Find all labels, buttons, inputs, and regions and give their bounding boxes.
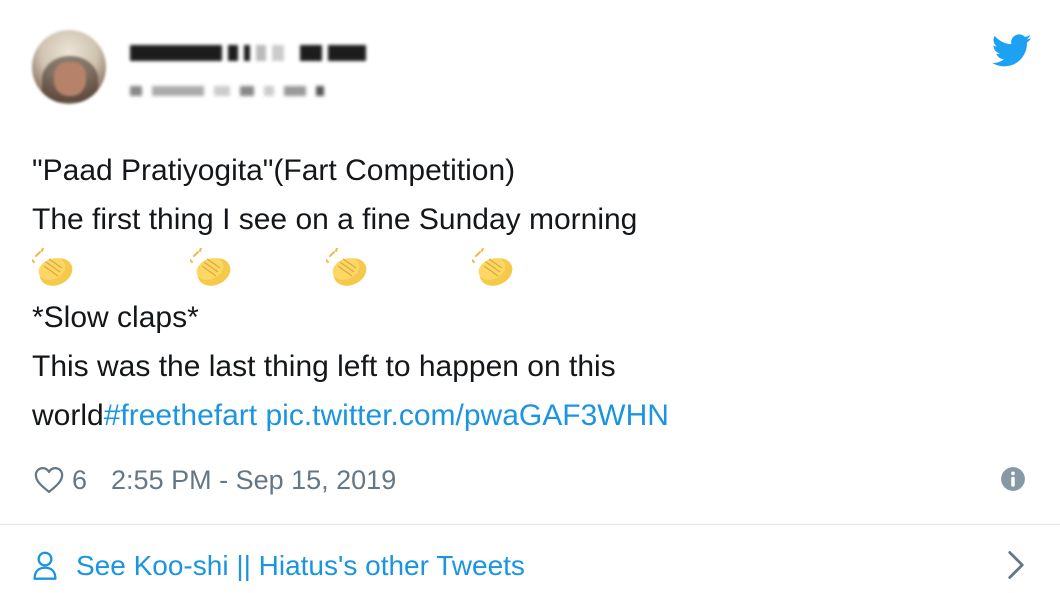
clapping-hands-emoji xyxy=(32,248,73,286)
tweet-line-5: world#freethefart pic.twitter.com/pwaGAF… xyxy=(32,391,1022,440)
clapping-hands-emoji xyxy=(190,248,231,286)
author-name-redacted[interactable] xyxy=(130,42,420,64)
tweet-line-2: The first thing I see on a fine Sunday m… xyxy=(32,203,638,236)
see-other-tweets-link[interactable]: See Koo-shi || Hiatus's other Tweets xyxy=(32,544,525,588)
author-handle-redacted[interactable] xyxy=(130,82,360,100)
like-count[interactable]: 6 xyxy=(72,465,87,496)
clapping-hands-emoji xyxy=(472,248,513,286)
tweet-line-3: *Slow claps* xyxy=(32,301,199,334)
person-icon xyxy=(33,551,57,580)
tweet-line-1: "Paad Pratiyogita"(Fart Competition) xyxy=(32,154,516,187)
twitter-bird-icon[interactable] xyxy=(992,34,1032,68)
info-icon[interactable] xyxy=(1000,466,1026,492)
avatar[interactable] xyxy=(32,30,106,104)
see-other-tweets-label[interactable]: See Koo-shi || Hiatus's other Tweets xyxy=(76,550,525,582)
clap-emoji-row xyxy=(32,244,1022,293)
tweet-meta-row: 6 2:55 PM - Sep 15, 2019 xyxy=(34,460,396,500)
avatar-face xyxy=(54,62,86,96)
tweet-timestamp[interactable]: 2:55 PM - Sep 15, 2019 xyxy=(111,465,396,496)
embedded-tweet-card: "Paad Pratiyogita"(Fart Competition) The… xyxy=(0,0,1060,593)
tweet-line-4: This was the last thing left to happen o… xyxy=(32,350,616,383)
hashtag-link[interactable]: #freethefart xyxy=(104,399,257,432)
tweet-line-5-text: world xyxy=(32,399,104,432)
heart-icon[interactable] xyxy=(34,466,64,494)
chevron-right-icon[interactable] xyxy=(1006,550,1026,580)
clapping-hands-emoji xyxy=(326,248,367,286)
tweet-text: "Paad Pratiyogita"(Fart Competition) The… xyxy=(32,146,1022,440)
pic-link[interactable]: pic.twitter.com/pwaGAF3WHN xyxy=(265,399,668,432)
divider xyxy=(0,524,1060,525)
